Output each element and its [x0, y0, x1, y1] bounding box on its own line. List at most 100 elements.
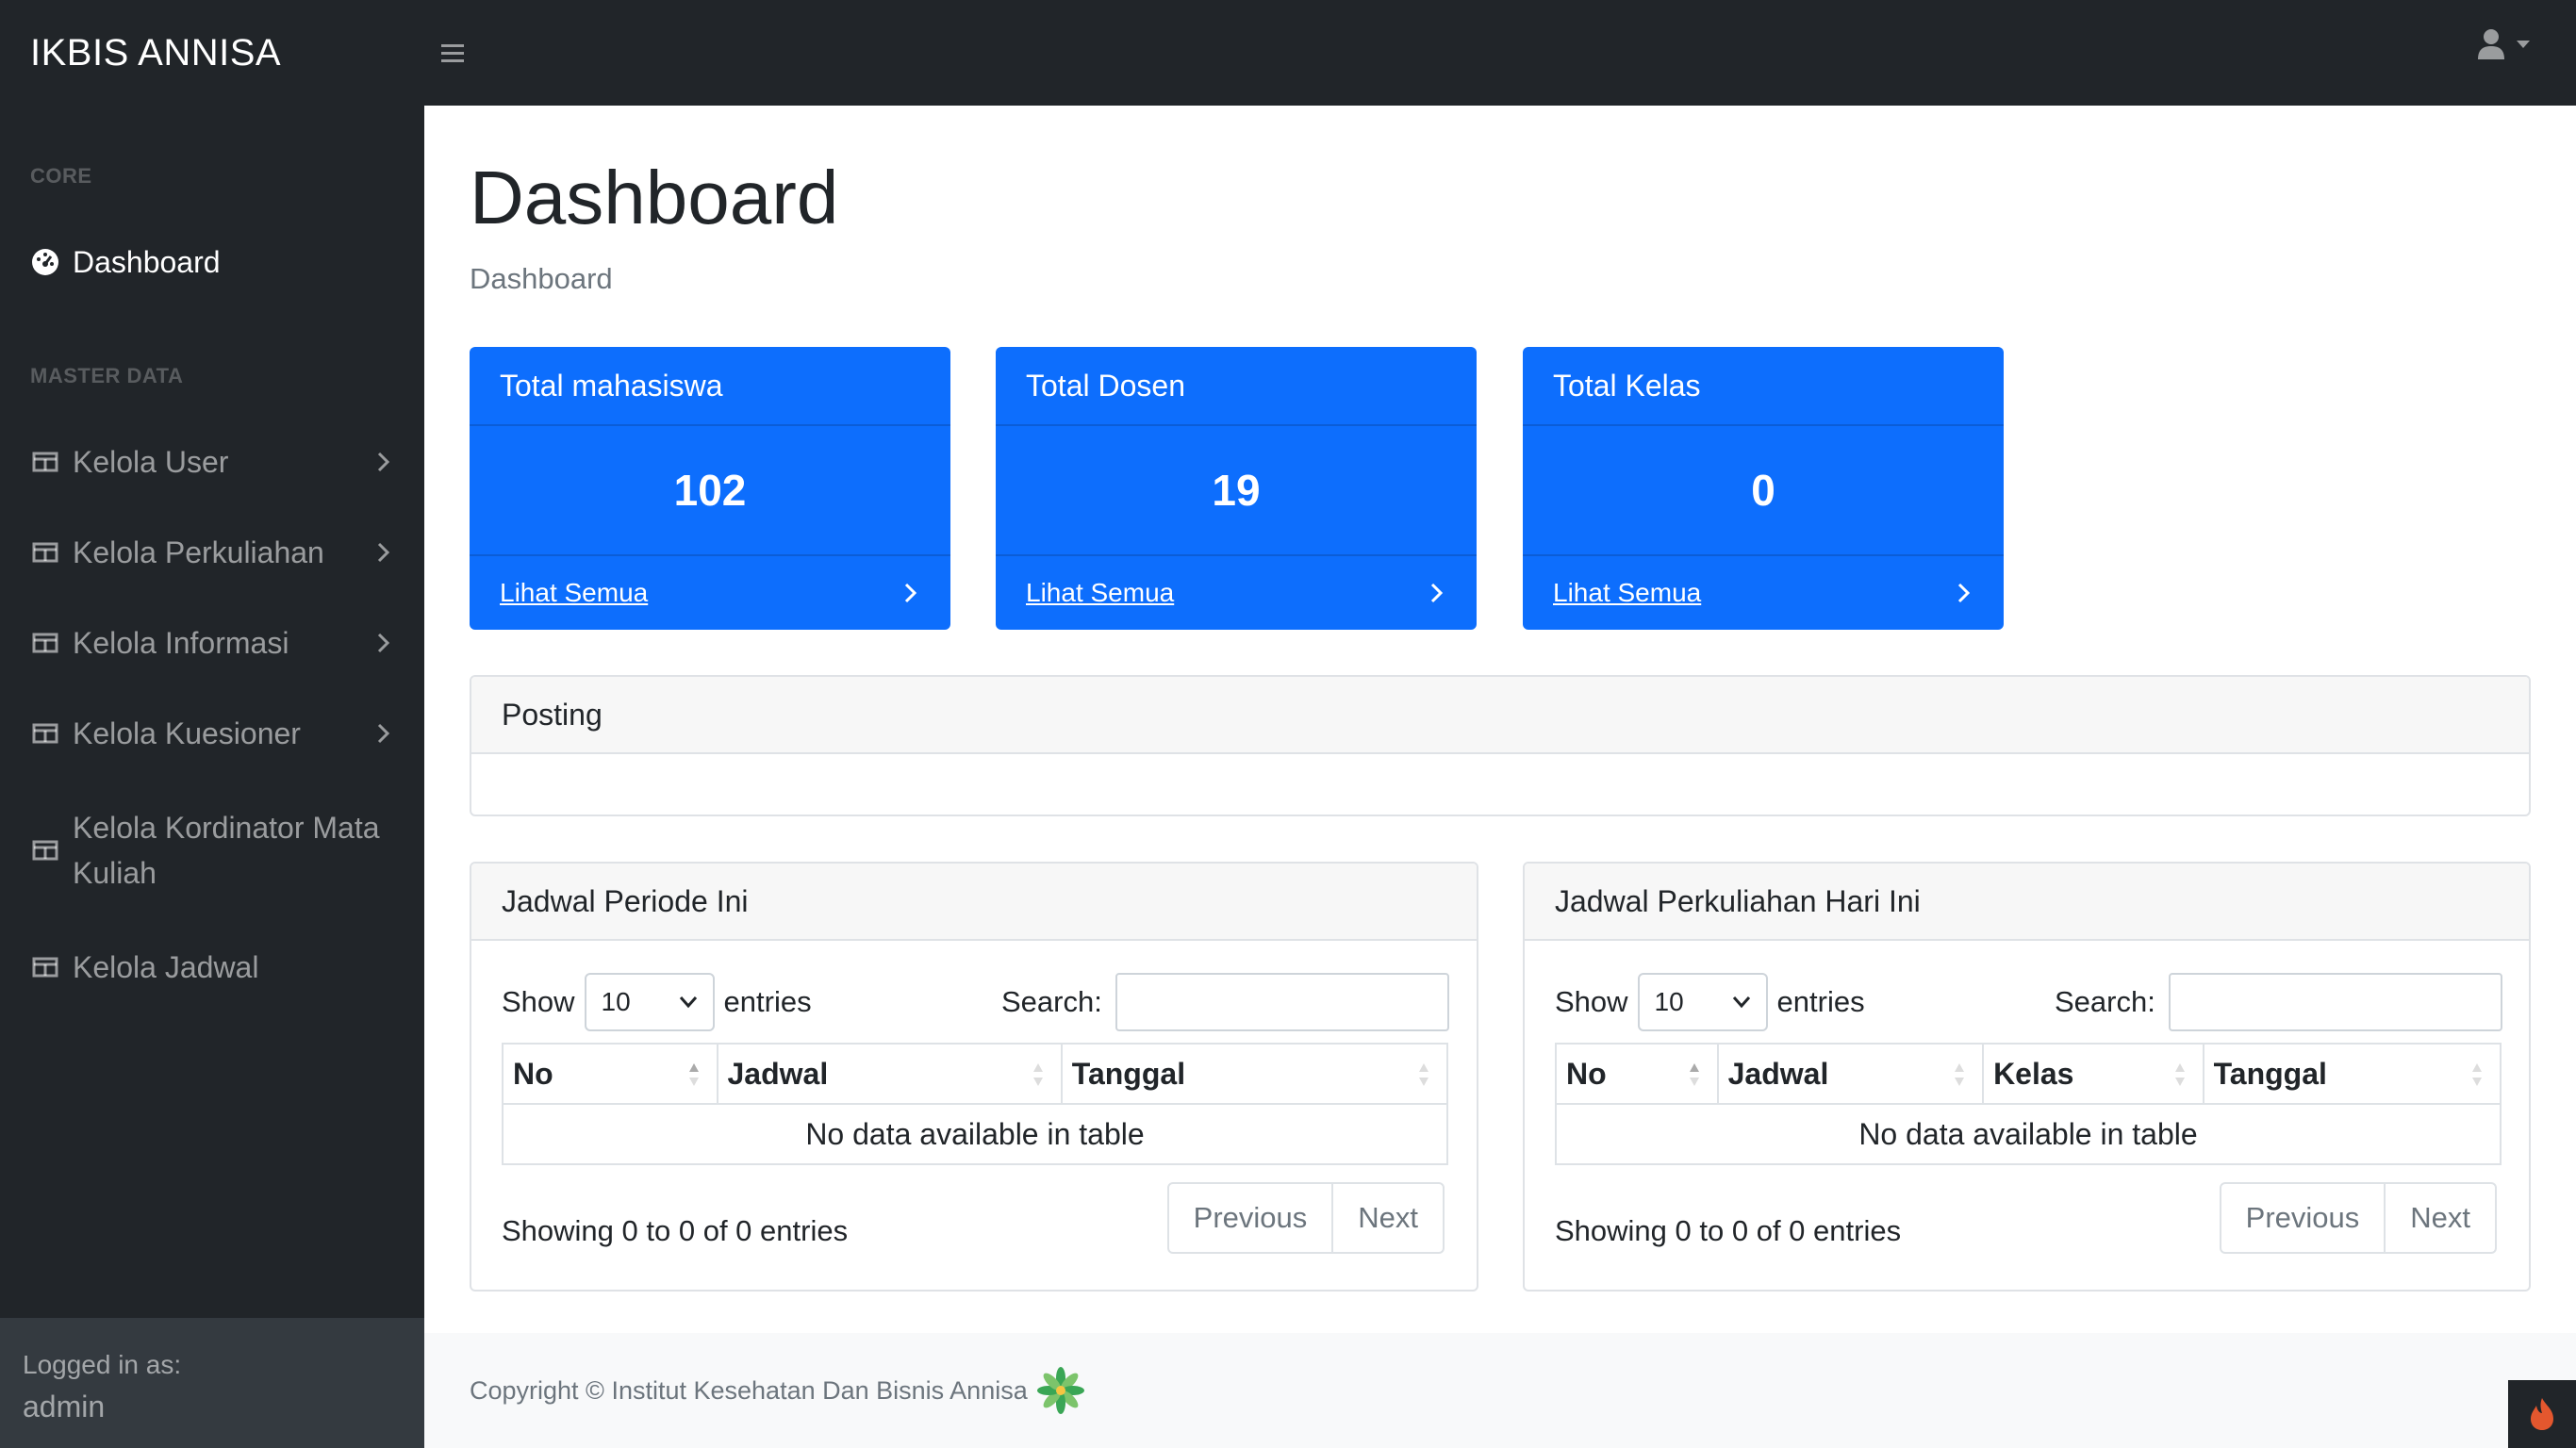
- column-header-jadwal[interactable]: Jadwal: [1716, 1043, 1985, 1105]
- view-all-link[interactable]: Lihat Semua: [500, 578, 648, 608]
- column-header-label: Jadwal: [727, 1056, 829, 1091]
- empty-table-message: No data available in table: [502, 1103, 1448, 1165]
- stat-card-footer[interactable]: Lihat Semua: [996, 554, 1477, 630]
- search-input[interactable]: [1115, 973, 1449, 1031]
- column-header-no[interactable]: No: [502, 1043, 718, 1105]
- view-all-link[interactable]: Lihat Semua: [1553, 578, 1701, 608]
- entries-label: entries: [1776, 985, 1865, 1018]
- sidebar-item-dashboard[interactable]: Dashboard: [0, 238, 424, 287]
- view-all-link[interactable]: Lihat Semua: [1026, 578, 1174, 608]
- sidebar-item-label: Kelola User: [73, 445, 229, 479]
- sidebar-item-kelola-kuesioner[interactable]: Kelola Kuesioner: [0, 707, 424, 760]
- entries-label: entries: [723, 985, 812, 1018]
- stat-card-kelas: Total Kelas 0 Lihat Semua: [1523, 347, 2004, 630]
- show-label: Show: [1555, 985, 1628, 1018]
- stat-card-value: 102: [673, 466, 747, 515]
- chevron-down-icon: [679, 996, 697, 1009]
- sidebar-item-label: Kelola Jadwal: [73, 950, 259, 984]
- sidebar-item-kelola-informasi[interactable]: Kelola Informasi: [0, 617, 424, 669]
- search-input[interactable]: [2168, 973, 2502, 1031]
- entries-length-control: Show 10 entries: [502, 973, 812, 1031]
- next-button[interactable]: Next: [2384, 1184, 2495, 1252]
- sort-icon: [2472, 1063, 2482, 1086]
- stat-card-footer[interactable]: Lihat Semua: [470, 554, 950, 630]
- sort-icon: [1955, 1063, 1965, 1086]
- entries-select-value: 10: [601, 987, 631, 1016]
- sort-icon: [1032, 1063, 1043, 1086]
- table-info: Showing 0 to 0 of 0 entries: [502, 1214, 849, 1247]
- sidebar-heading-master-data: MASTER DATA: [30, 364, 184, 387]
- sidebar-item-label: Kelola Kordinator Mata Kuliah: [73, 811, 380, 890]
- chevron-down-icon: [1732, 996, 1750, 1009]
- sidebar-item-label: Dashboard: [73, 245, 221, 279]
- previous-button[interactable]: Previous: [1169, 1184, 1332, 1252]
- column-header-label: No: [1566, 1056, 1607, 1091]
- breadcrumb: Dashboard: [470, 262, 613, 295]
- table-row: No data available in table: [1555, 1103, 2502, 1165]
- column-header-label: Tanggal: [1071, 1056, 1186, 1091]
- stat-card-mahasiswa: Total mahasiswa 102 Lihat Semua: [470, 347, 950, 630]
- table-icon: [30, 537, 60, 568]
- table-icon: [30, 628, 60, 658]
- sidebar-toggle-button[interactable]: [424, 25, 481, 81]
- chevron-right-icon: [377, 723, 390, 744]
- stat-card-value: 0: [1751, 466, 1775, 515]
- logged-in-user: admin: [23, 1390, 106, 1423]
- chevron-right-icon: [377, 452, 390, 472]
- jadwal-perkuliahan-panel: Jadwal Perkuliahan Hari Ini Show 10 entr…: [1523, 862, 2531, 1292]
- top-navbar: IKBIS ANNISA: [0, 0, 2576, 106]
- chevron-right-icon: [377, 633, 390, 653]
- column-header-label: Tanggal: [2213, 1056, 2327, 1091]
- sidebar-item-label: Kelola Kuesioner: [73, 716, 301, 750]
- table-info: Showing 0 to 0 of 0 entries: [1555, 1214, 1902, 1247]
- sidebar-item-label: Kelola Informasi: [73, 626, 289, 660]
- column-header-jadwal[interactable]: Jadwal: [716, 1043, 1063, 1105]
- logged-in-label: Logged in as:: [23, 1350, 182, 1379]
- next-button[interactable]: Next: [1331, 1184, 1443, 1252]
- sidebar-item-label: Kelola Perkuliahan: [73, 535, 324, 569]
- empty-table-message: No data available in table: [1555, 1103, 2502, 1165]
- caret-down-icon: [2517, 41, 2530, 48]
- table-icon: [30, 952, 60, 982]
- column-header-kelas[interactable]: Kelas: [1982, 1043, 2204, 1105]
- user-menu-button[interactable]: [2476, 28, 2531, 60]
- table-icon: [30, 835, 60, 865]
- sidebar-item-kelola-jadwal[interactable]: Kelola Jadwal: [0, 941, 424, 994]
- sort-icon: [1419, 1063, 1428, 1086]
- entries-select-value: 10: [1654, 987, 1684, 1016]
- stat-card-footer[interactable]: Lihat Semua: [1523, 554, 2004, 630]
- main-content: Dashboard Dashboard Total mahasiswa 102 …: [424, 106, 2576, 1448]
- column-header-no[interactable]: No: [1555, 1043, 1719, 1105]
- panel-title: Jadwal Perkuliahan Hari Ini: [1525, 864, 2529, 941]
- column-header-tanggal[interactable]: Tanggal: [1060, 1043, 1449, 1105]
- flame-icon: [2531, 1398, 2553, 1430]
- stat-card-title: Total mahasiswa: [470, 347, 950, 426]
- gauge-icon: [30, 247, 60, 277]
- column-header-label: No: [513, 1056, 553, 1091]
- stat-card-title: Total Kelas: [1523, 347, 2004, 426]
- jadwal-periode-table: No Jadwal Tanggal No data available in t…: [502, 1043, 1449, 1165]
- entries-length-control: Show 10 entries: [1555, 973, 1865, 1031]
- sidebar-item-kelola-user[interactable]: Kelola User: [0, 436, 424, 488]
- sidebar-heading-core: CORE: [30, 164, 92, 188]
- search-label: Search:: [2055, 985, 2155, 1018]
- brand-title[interactable]: IKBIS ANNISA: [0, 32, 424, 74]
- entries-select[interactable]: 10: [584, 973, 715, 1031]
- previous-button[interactable]: Previous: [2221, 1184, 2385, 1252]
- posting-panel: Posting: [470, 675, 2531, 816]
- entries-select[interactable]: 10: [1637, 973, 1768, 1031]
- jadwal-perkuliahan-table: No Jadwal Kelas Tanggal No data availabl…: [1555, 1043, 2502, 1165]
- sidebar-item-kelola-kordinator-mata-kuliah[interactable]: Kelola Kordinator Mata Kuliah: [0, 798, 424, 903]
- pagination: Previous Next: [2219, 1182, 2497, 1254]
- sidebar-footer: Logged in as: admin: [0, 1318, 424, 1448]
- search-label: Search:: [1001, 985, 1102, 1018]
- panel-title: Jadwal Periode Ini: [471, 864, 1477, 941]
- corner-badge-button[interactable]: [2508, 1380, 2576, 1448]
- copyright-text: Copyright © Institut Kesehatan Dan Bisni…: [470, 1375, 1028, 1405]
- chevron-right-icon: [904, 583, 917, 603]
- show-label: Show: [502, 985, 575, 1018]
- stat-card-title: Total Dosen: [996, 347, 1477, 426]
- column-header-tanggal[interactable]: Tanggal: [2202, 1043, 2502, 1105]
- sidebar-item-kelola-perkuliahan[interactable]: Kelola Perkuliahan: [0, 526, 424, 579]
- jadwal-periode-panel: Jadwal Periode Ini Show 10 entries Searc…: [470, 862, 1478, 1292]
